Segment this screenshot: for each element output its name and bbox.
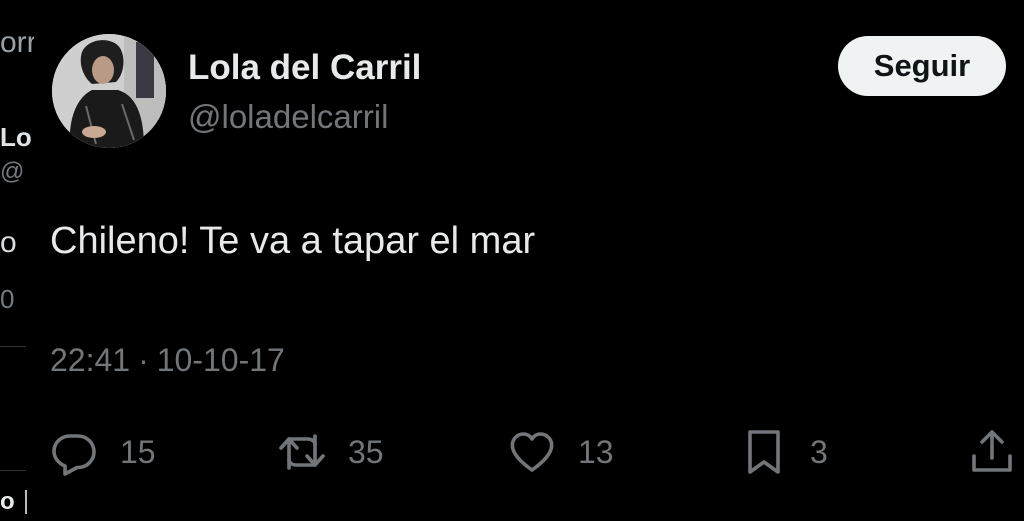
share-button[interactable] [968, 424, 1016, 480]
adjacent-column-fragment: orr Lo @ o 0 o [0, 0, 37, 521]
like-count: 13 [578, 433, 614, 470]
tweet-time: 22:41 [50, 342, 131, 378]
retweet-icon [279, 434, 325, 470]
heart-icon [510, 432, 554, 472]
follow-button[interactable]: Seguir [838, 36, 1006, 96]
tweet-date: 10-10-17 [156, 342, 285, 378]
share-icon [972, 430, 1012, 472]
tweet-text: Chileno! Te va a tapar el mar [50, 220, 536, 262]
like-button[interactable]: 13 [508, 424, 614, 480]
author-display-name[interactable]: Lola del Carril [188, 48, 421, 88]
adjacent-divider [0, 346, 26, 347]
adjacent-divider [0, 470, 26, 471]
tweet-timestamp[interactable]: 22:41 · 10-10-17 [50, 342, 285, 379]
adjacent-handle-fragment: @ [0, 158, 25, 185]
adjacent-cursor-bar [25, 490, 27, 514]
adjacent-text-fragment: o [0, 488, 15, 515]
bookmark-button[interactable]: 3 [740, 424, 828, 480]
tweet-card: Lola del Carril @loladelcarril Seguir Ch… [34, 0, 1024, 521]
reply-icon [52, 434, 96, 476]
retweet-button[interactable]: 35 [278, 424, 384, 480]
adjacent-text-fragment: o [0, 226, 17, 259]
screen: orr Lo @ o 0 o Lola del Carril @loladelc [0, 0, 1024, 521]
bookmark-count: 3 [810, 433, 828, 470]
bookmark-icon [748, 430, 780, 474]
tweet-actions-bar: 15 35 13 3 [50, 424, 1020, 480]
reply-button[interactable]: 15 [50, 424, 156, 480]
avatar[interactable] [52, 34, 166, 148]
author-handle[interactable]: @loladelcarril [188, 98, 388, 136]
adjacent-text-fragment: orr [0, 26, 37, 59]
adjacent-name-fragment: Lo [0, 122, 32, 152]
avatar-photo [52, 34, 166, 148]
retweet-count: 35 [348, 433, 384, 470]
reply-count: 15 [120, 433, 156, 470]
adjacent-text-fragment: 0 [0, 284, 15, 314]
timestamp-separator: · [138, 342, 149, 378]
